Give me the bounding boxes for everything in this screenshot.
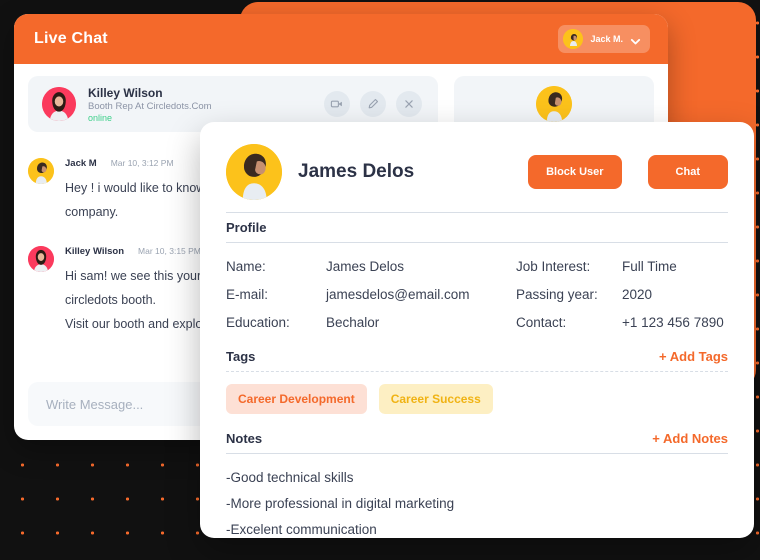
message-timestamp: Mar 10, 3:12 PM: [110, 158, 174, 168]
block-user-button[interactable]: Block User: [528, 155, 622, 189]
message-author: Jack M: [65, 158, 97, 169]
page-title: Live Chat: [34, 30, 108, 47]
profile-avatar: [226, 144, 282, 200]
pen-icon[interactable]: [360, 91, 386, 117]
tag-item[interactable]: Career Development: [226, 384, 367, 414]
field-label-name: Name:: [226, 259, 266, 274]
section-title-tags: Tags: [226, 349, 256, 364]
field-value-job-interest: Full Time: [622, 259, 677, 274]
section-title-profile: Profile: [226, 220, 267, 235]
note-item: -Good technical skills: [226, 470, 354, 485]
field-label-contact: Contact:: [516, 315, 567, 330]
field-value-passing-year: 2020: [622, 287, 653, 302]
message-avatar: [28, 158, 54, 184]
message-timestamp: Mar 10, 3:15 PM: [138, 246, 201, 256]
field-label-passing-year: Passing year:: [516, 287, 598, 302]
account-avatar: [563, 29, 584, 49]
close-icon[interactable]: [396, 91, 422, 117]
notes-section-header: Notes + Add Notes: [226, 424, 728, 454]
field-label-email: E-mail:: [226, 287, 269, 302]
contact-action-buttons: [324, 91, 422, 117]
message-author: Killey Wilson: [65, 246, 125, 257]
chat-window-header: Live Chat Jack M.: [14, 14, 668, 64]
notes-list: -Good technical skills -More professiona…: [226, 454, 728, 540]
profile-section-header: Profile: [226, 212, 728, 243]
note-item: -More professional in digital marketing: [226, 496, 455, 511]
chevron-down-icon: [630, 34, 641, 45]
profile-header: James Delos Block User Chat: [226, 144, 728, 212]
contact-avatar: [42, 87, 76, 121]
chat-button[interactable]: Chat: [647, 155, 728, 189]
section-title-notes: Notes: [226, 431, 263, 446]
add-notes-button[interactable]: + Add Notes: [652, 431, 728, 446]
account-name: Jack M.: [590, 34, 623, 44]
contact-role: Booth Rep At Circledots.Com: [88, 100, 212, 112]
field-label-job-interest: Job Interest:: [516, 259, 591, 274]
video-camera-icon[interactable]: [324, 91, 350, 117]
account-menu-button[interactable]: Jack M.: [558, 25, 650, 53]
message-avatar: [28, 246, 54, 272]
status-badge: online: [88, 112, 113, 123]
tags-section-header: Tags + Add Tags: [226, 342, 728, 372]
note-item: -Excelent communication: [226, 522, 377, 537]
secondary-avatar: [536, 86, 572, 122]
field-value-contact: +1 123 456 7890: [622, 315, 724, 330]
tag-item[interactable]: Career Success: [378, 384, 493, 414]
field-label-education: Education:: [226, 315, 290, 330]
profile-field-grid: Name: James Delos Job Interest: Full Tim…: [226, 243, 728, 342]
tag-list: Career Development Career Success: [226, 372, 728, 424]
user-profile-panel: James Delos Block User Chat Profile Name…: [200, 122, 754, 538]
profile-name: James Delos: [298, 161, 415, 182]
field-value-email: jamesdelos@email.com: [326, 287, 470, 302]
contact-name: Killey Wilson: [88, 85, 163, 100]
field-value-education: Bechalor: [326, 315, 380, 330]
add-tags-button[interactable]: + Add Tags: [659, 349, 728, 364]
field-value-name: James Delos: [326, 259, 405, 274]
